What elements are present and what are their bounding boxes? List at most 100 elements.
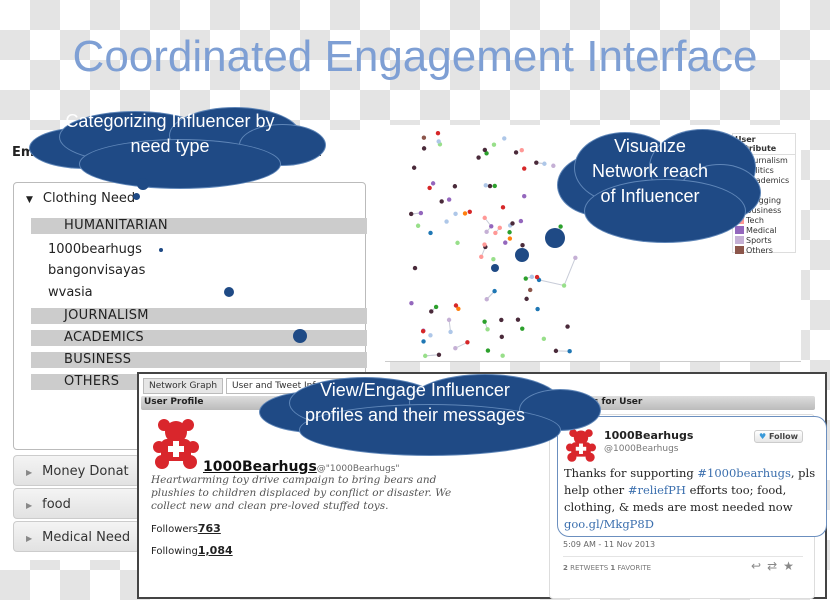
graph-node[interactable] (446, 197, 452, 202)
graph-node[interactable] (415, 223, 421, 228)
graph-node[interactable] (436, 139, 441, 144)
graph-node[interactable] (452, 184, 458, 189)
graph-node[interactable] (482, 242, 487, 247)
graph-node[interactable] (567, 349, 572, 354)
reply-icon[interactable]: ↩ (751, 559, 767, 573)
graph-node[interactable] (482, 147, 488, 153)
graph-node[interactable] (423, 353, 428, 359)
graph-node[interactable] (409, 300, 414, 306)
user-item[interactable]: 1000bearhugs (48, 242, 142, 257)
graph-node[interactable] (485, 327, 490, 332)
graph-node[interactable] (436, 352, 442, 357)
following-count[interactable]: 1,084 (198, 544, 233, 557)
graph-node[interactable] (497, 225, 502, 231)
retweet-icon[interactable]: ⇄ (767, 559, 783, 573)
graph-node[interactable] (520, 326, 525, 331)
graph-node[interactable] (448, 329, 453, 335)
follow-button[interactable]: ♥ Follow (754, 430, 803, 443)
graph-node[interactable] (529, 274, 535, 280)
graph-node[interactable] (523, 276, 528, 281)
graph-node[interactable] (484, 297, 489, 302)
graph-node[interactable] (433, 304, 439, 310)
tweet-author[interactable]: 1000Bearhugs (604, 429, 693, 442)
graph-node[interactable] (524, 296, 529, 302)
graph-node[interactable] (535, 306, 540, 312)
user-item[interactable]: wvasia (48, 285, 93, 300)
group-food[interactable]: ▶ food (13, 488, 140, 519)
graph-node[interactable] (541, 336, 547, 342)
graph-node[interactable] (487, 183, 493, 189)
url-link[interactable]: goo.gl/MkgP8D (564, 517, 654, 531)
graph-node[interactable] (502, 136, 507, 141)
graph-node[interactable] (446, 317, 452, 323)
graph-node[interactable] (429, 309, 434, 314)
graph-node[interactable] (493, 230, 498, 236)
graph-node[interactable] (491, 142, 497, 147)
graph-node[interactable] (492, 183, 497, 189)
graph-node[interactable] (515, 317, 521, 322)
category-journalism[interactable]: JOURNALISM (31, 308, 367, 324)
graph-node[interactable] (421, 135, 427, 140)
graph-node[interactable] (421, 146, 427, 151)
category-academics[interactable]: ACADEMICS (31, 330, 367, 346)
group-money-donation[interactable]: ▶ Money Donat (13, 455, 140, 486)
graph-node[interactable] (439, 199, 444, 204)
graph-node[interactable] (482, 215, 487, 221)
graph-node[interactable] (500, 353, 505, 358)
graph-node[interactable] (489, 224, 494, 229)
category-business[interactable]: BUSINESS (31, 352, 367, 368)
category-humanitarian[interactable]: HUMANITARIAN (31, 218, 367, 234)
graph-node[interactable] (427, 185, 432, 191)
graph-node[interactable] (565, 324, 570, 329)
graph-node[interactable] (499, 317, 504, 323)
graph-node[interactable] (421, 339, 426, 344)
graph-node[interactable] (455, 240, 460, 246)
graph-node[interactable] (418, 210, 424, 216)
graph-node[interactable] (435, 131, 441, 136)
graph-node[interactable] (484, 229, 489, 235)
graph-node[interactable] (444, 219, 449, 224)
favorite-icon[interactable]: ★ (783, 559, 800, 573)
graph-node[interactable] (467, 209, 472, 214)
group-medical-need[interactable]: ▶ Medical Need (13, 521, 140, 552)
graph-node[interactable] (503, 240, 508, 245)
graph-node[interactable] (507, 230, 512, 235)
graph-node[interactable] (561, 283, 567, 288)
graph-node[interactable] (520, 243, 525, 248)
graph-node[interactable] (551, 163, 556, 168)
graph-node[interactable] (534, 160, 539, 165)
user-item[interactable]: bangonvisayas (48, 263, 145, 278)
graph-node[interactable] (507, 236, 513, 241)
followers-count[interactable]: 763 (198, 522, 221, 535)
graph-node[interactable] (510, 221, 515, 226)
graph-node[interactable] (428, 230, 433, 236)
graph-node[interactable] (482, 319, 487, 324)
graph-node[interactable] (573, 255, 578, 261)
graph-node[interactable] (411, 165, 417, 170)
graph-node[interactable] (499, 334, 504, 340)
graph-node[interactable] (465, 340, 470, 345)
graph-node[interactable] (518, 218, 524, 224)
graph-node[interactable] (534, 274, 540, 280)
graph-node[interactable] (522, 166, 527, 171)
hashtag-link[interactable]: #1000bearhugs (697, 466, 791, 480)
graph-node[interactable] (513, 150, 519, 155)
graph-node[interactable] (408, 211, 414, 217)
graph-node[interactable] (420, 329, 426, 334)
graph-node[interactable] (453, 345, 458, 351)
graph-node[interactable] (453, 303, 459, 308)
graph-node[interactable] (430, 181, 436, 186)
profile-name-link[interactable]: 1000Bearhugs (203, 459, 317, 475)
graph-node[interactable] (485, 348, 491, 353)
graph-node[interactable] (479, 254, 484, 260)
graph-node[interactable] (412, 265, 418, 271)
graph-node[interactable] (491, 256, 496, 262)
graph-node[interactable] (492, 288, 497, 294)
graph-node[interactable] (542, 161, 547, 166)
graph-node[interactable] (428, 333, 433, 338)
graph-node[interactable] (522, 193, 527, 199)
graph-node[interactable] (519, 148, 524, 153)
graph-node[interactable] (500, 205, 506, 210)
graph-node[interactable] (453, 211, 458, 217)
graph-node[interactable] (476, 155, 481, 160)
